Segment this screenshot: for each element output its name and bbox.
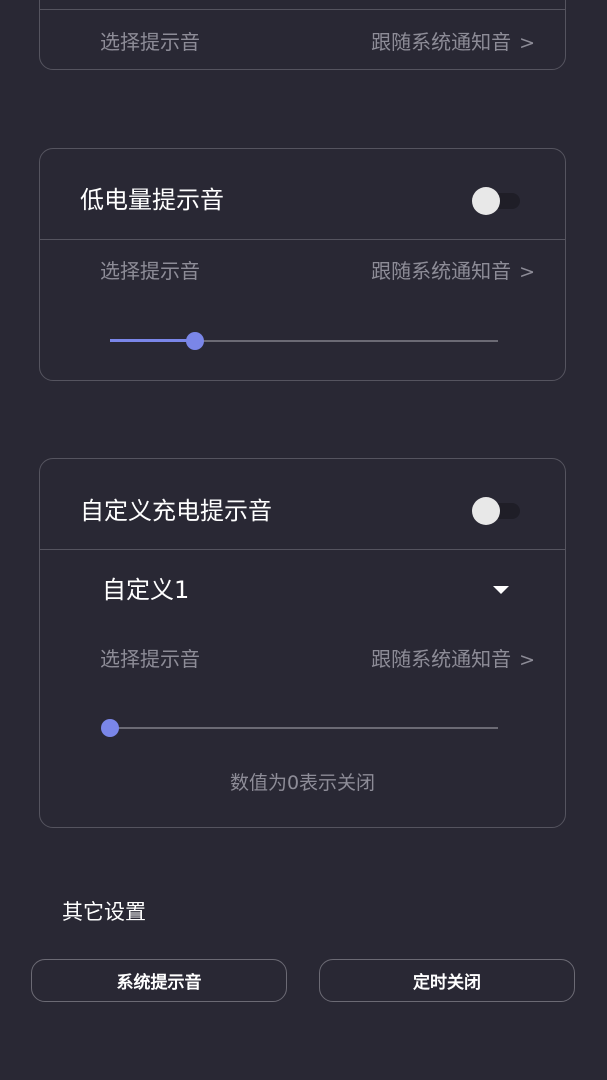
- slider-thumb[interactable]: [186, 332, 205, 350]
- notification-card-partial: 选择提示音 跟随系统通知音 >: [39, 0, 566, 70]
- low-battery-volume-slider[interactable]: [110, 331, 498, 351]
- sound-value-text: 跟随系统通知音: [371, 30, 512, 54]
- sound-value-text: 跟随系统通知音: [371, 259, 512, 283]
- low-battery-toggle[interactable]: [472, 187, 522, 215]
- select-sound-label: 选择提示音: [100, 30, 200, 54]
- system-sound-button[interactable]: 系统提示音: [31, 959, 287, 1002]
- select-sound-value[interactable]: 跟随系统通知音 >: [371, 649, 535, 670]
- timer-off-button[interactable]: 定时关闭: [319, 959, 575, 1002]
- other-settings-title: 其它设置: [62, 900, 146, 924]
- toggle-knob: [472, 497, 500, 525]
- custom-sound-select[interactable]: 自定义1: [102, 578, 189, 602]
- card-divider: [40, 549, 565, 550]
- select-sound-label: 选择提示音: [100, 259, 200, 283]
- select-sound-value[interactable]: 跟随系统通知音 >: [371, 32, 535, 53]
- card-divider: [40, 239, 565, 240]
- low-battery-card: 低电量提示音 选择提示音 跟随系统通知音 >: [39, 148, 566, 381]
- slider-thumb[interactable]: [101, 719, 119, 737]
- custom-charging-card: 自定义充电提示音 自定义1 选择提示音 跟随系统通知音 > 数值为0表示关闭: [39, 458, 566, 828]
- caret-down-icon[interactable]: [493, 586, 509, 594]
- sound-value-text: 跟随系统通知音: [371, 647, 512, 671]
- slider-rail: [110, 727, 498, 729]
- slider-fill: [110, 339, 196, 342]
- card-divider: [40, 9, 565, 10]
- chevron-right-icon: >: [519, 32, 535, 54]
- select-sound-label: 选择提示音: [100, 647, 200, 671]
- low-battery-title: 低电量提示音: [80, 186, 224, 214]
- custom-volume-slider[interactable]: [101, 718, 498, 738]
- zero-off-hint: 数值为0表示关闭: [229, 772, 376, 794]
- toggle-knob: [472, 187, 500, 215]
- chevron-right-icon: >: [519, 649, 535, 671]
- chevron-right-icon: >: [519, 261, 535, 283]
- custom-charging-title: 自定义充电提示音: [80, 497, 272, 525]
- custom-charging-toggle[interactable]: [472, 497, 522, 525]
- select-sound-value[interactable]: 跟随系统通知音 >: [371, 261, 535, 282]
